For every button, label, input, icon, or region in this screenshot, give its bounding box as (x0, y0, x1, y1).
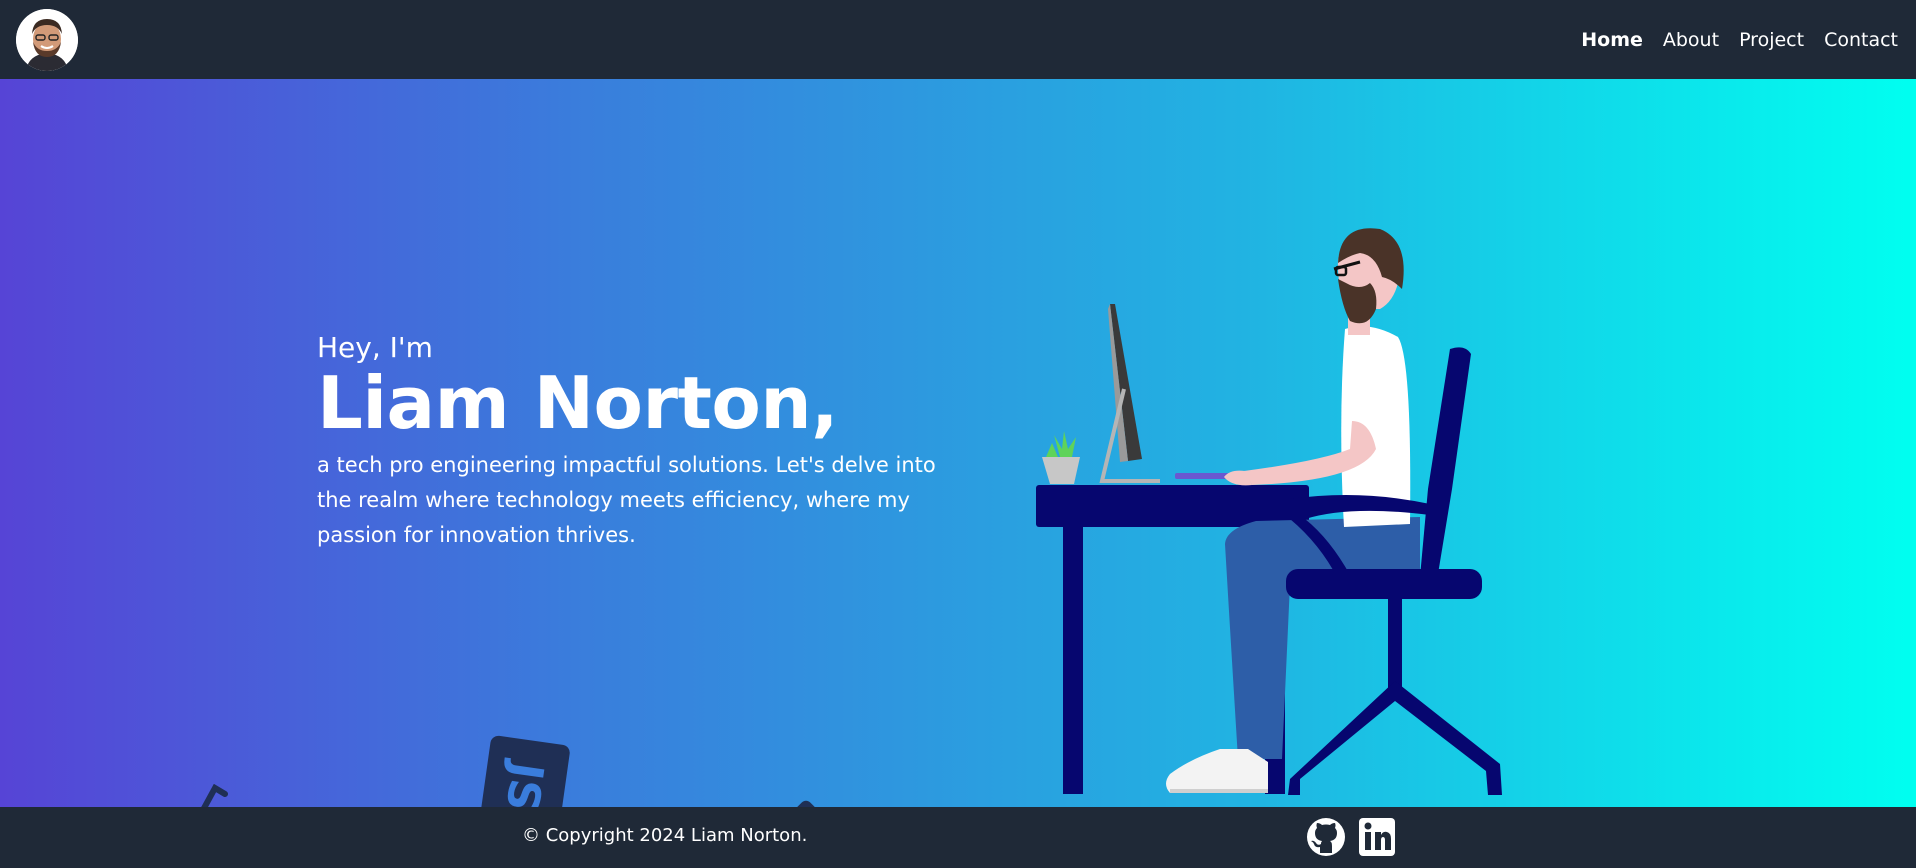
social-links (1306, 817, 1398, 857)
shoe-sole (1170, 789, 1268, 793)
person-shoe (1166, 749, 1268, 793)
chair-post (1388, 599, 1402, 689)
avatar-icon (16, 8, 78, 71)
nav-project[interactable]: Project (1739, 29, 1804, 51)
linkedin-icon (1359, 818, 1395, 856)
linkedin-link[interactable] (1358, 817, 1398, 857)
chair-base (1288, 681, 1502, 795)
github-icon (1307, 818, 1345, 856)
profile-avatar[interactable] (16, 8, 78, 71)
chair-seat (1286, 569, 1482, 599)
github-link[interactable] (1306, 817, 1346, 857)
plant-pot (1042, 457, 1080, 484)
nav-about[interactable]: About (1663, 29, 1719, 51)
nav-contact[interactable]: Contact (1824, 29, 1898, 51)
sass-icon (771, 800, 841, 807)
navbar: Home About Project Contact (0, 0, 1916, 79)
desk-top (1036, 485, 1309, 527)
chair-back (1420, 347, 1471, 577)
footer: © Copyright 2024 Liam Norton. (0, 807, 1916, 868)
hero-section: Hey, I'm Liam Norton, a tech pro enginee… (0, 79, 1916, 807)
nav-home[interactable]: Home (1581, 29, 1643, 51)
plant-icon (1046, 431, 1076, 457)
hero-text: Hey, I'm Liam Norton, a tech pro enginee… (317, 331, 977, 552)
developer-illustration (1036, 228, 1502, 795)
code-symbol-icon (201, 784, 228, 807)
nav-links: Home About Project Contact (1581, 29, 1898, 51)
javascript-icon: JS (480, 735, 570, 807)
hero-greeting: Hey, I'm (317, 331, 433, 364)
hero-tagline: a tech pro engineering impactful solutio… (317, 453, 936, 547)
hero-name: Liam Norton, (317, 360, 838, 445)
desk-leg-left (1063, 527, 1083, 794)
copyright-text: © Copyright 2024 Liam Norton. (522, 825, 808, 846)
